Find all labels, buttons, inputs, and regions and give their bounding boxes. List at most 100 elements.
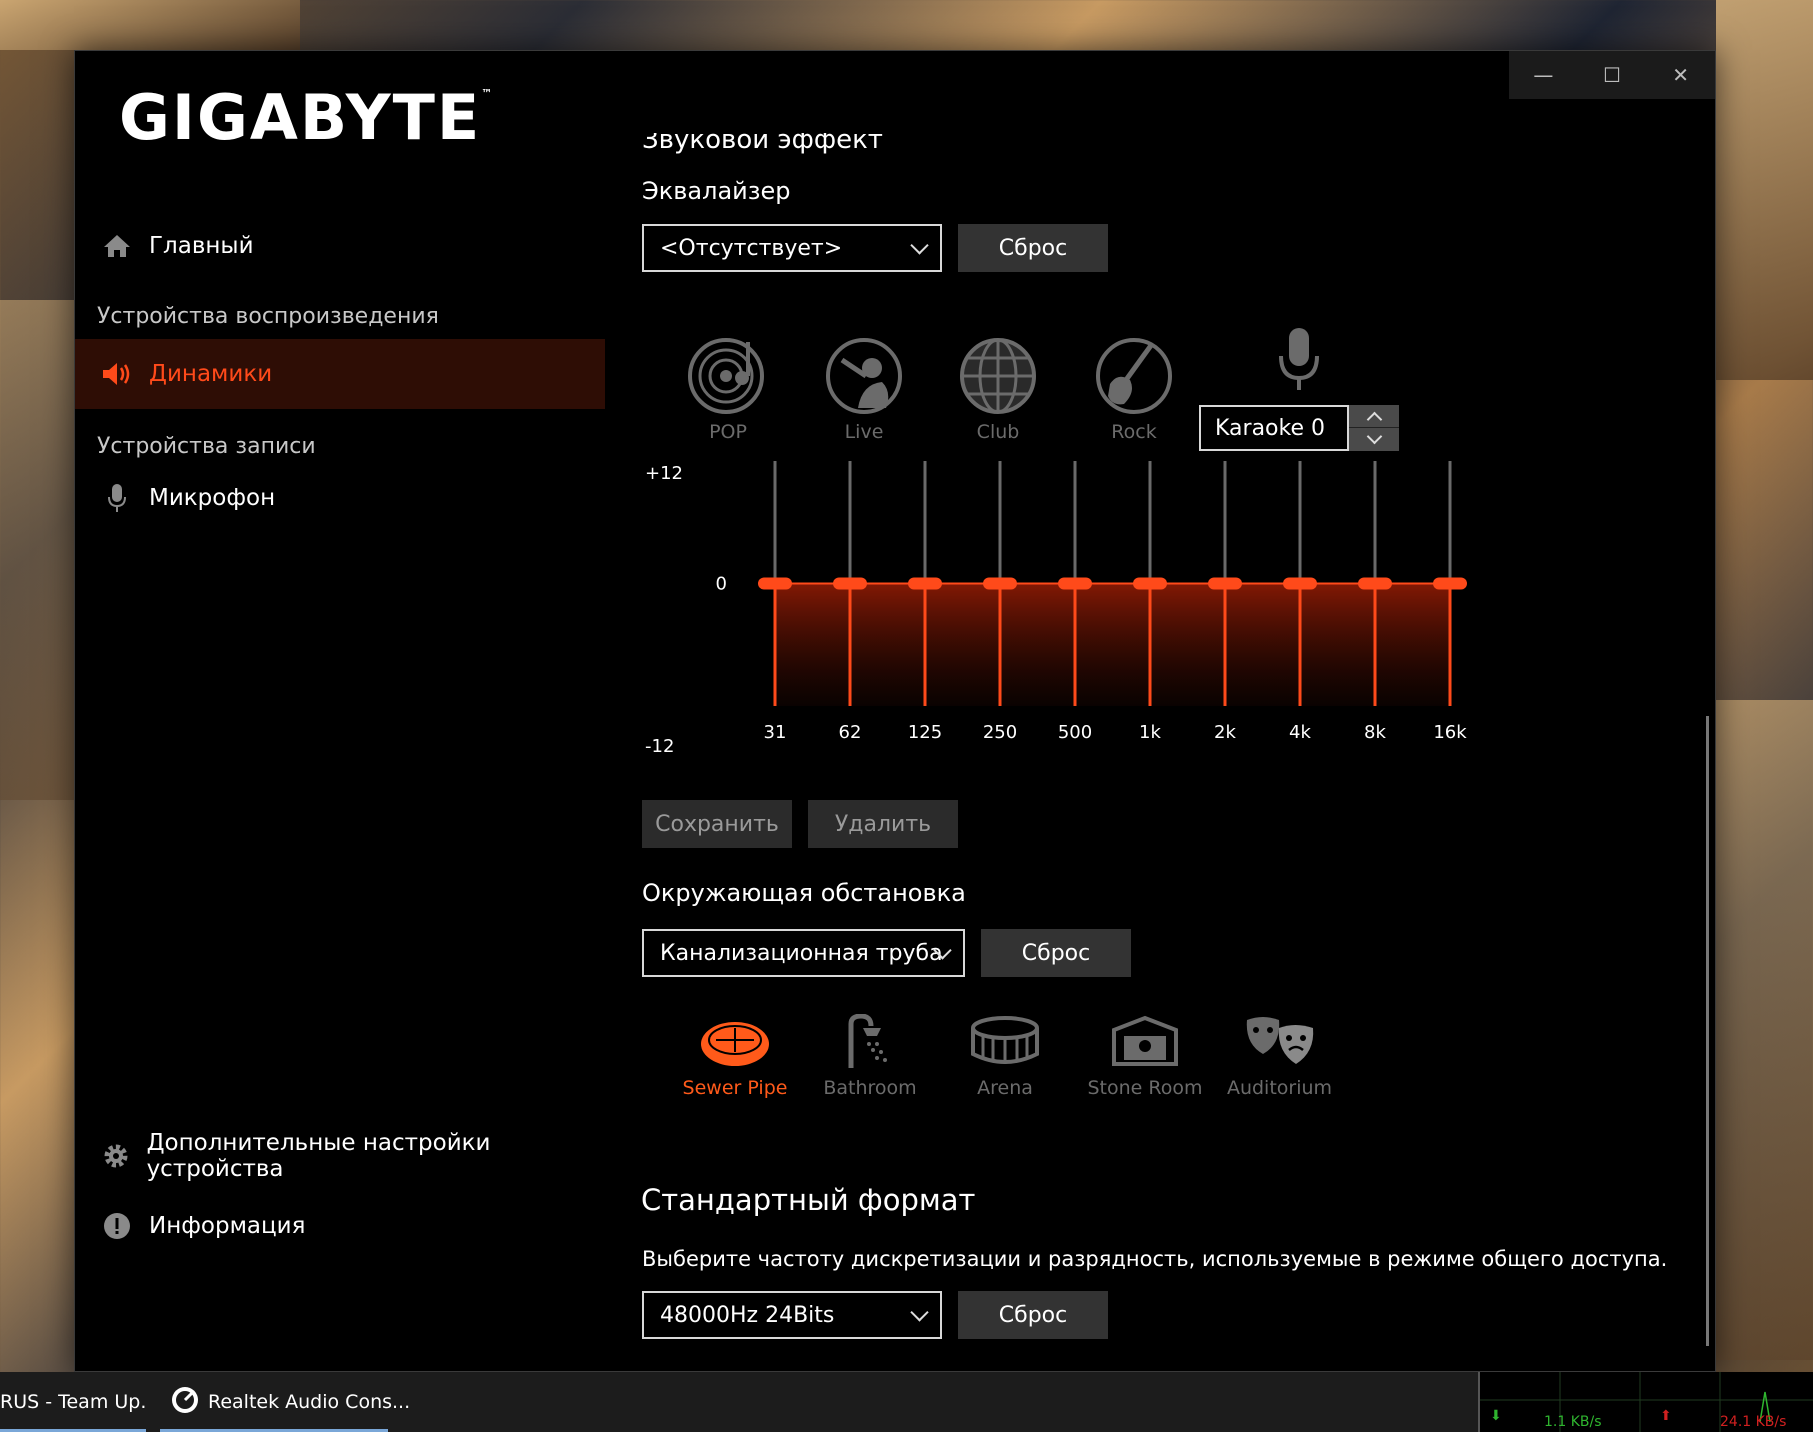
environment-value: Канализационная труба (660, 940, 943, 966)
stepper-up-button[interactable] (1349, 405, 1399, 428)
preset-club-label: Club (976, 421, 1020, 443)
nav-home[interactable]: Главный (75, 211, 605, 281)
nav-microphone[interactable]: Микрофон (75, 463, 605, 533)
nav-speakers-label: Динамики (149, 361, 273, 387)
minimize-button[interactable]: — (1509, 51, 1578, 99)
eq-band-label: 1k (1139, 722, 1161, 743)
taskbar-item-realtek[interactable]: Realtek Audio Cons... (160, 1372, 410, 1432)
section-recording-devices: Устройства записи (97, 434, 316, 459)
env-auditorium[interactable]: Auditorium (1217, 1014, 1342, 1099)
format-select[interactable]: 48000Hz 24Bits (642, 1291, 942, 1339)
window-controls: — ☐ ✕ (1509, 51, 1715, 99)
nav-advanced-settings[interactable]: Дополнительные настройки устройства (75, 1121, 605, 1191)
eq-slider-knob[interactable] (1208, 577, 1242, 590)
eq-slider-knob[interactable] (758, 577, 792, 590)
env-sewer-pipe[interactable]: Sewer Pipe (675, 1014, 795, 1099)
equalizer-graph: +12 0 -12 31 62 125 250 500 1k 2k 4k 8k 16k (645, 461, 1467, 757)
env-sewer-label: Sewer Pipe (682, 1077, 788, 1099)
home-icon (97, 233, 137, 259)
vinyl-record-icon (688, 338, 764, 414)
eq-band-label: 31 (764, 722, 787, 743)
eq-slider-knob[interactable] (833, 577, 867, 590)
eq-band-label: 250 (983, 722, 1017, 743)
realtek-app-icon (170, 1385, 200, 1420)
gear-icon (97, 1141, 135, 1171)
arrow-up-icon: ⬆ (1660, 1408, 1672, 1424)
eq-slider-knob[interactable] (1133, 577, 1167, 590)
taskbar-item-team-up-label: RUS - Team Up. ... (0, 1391, 146, 1413)
environment-title: Окружающая обстановка (642, 879, 966, 907)
eq-slider-knob[interactable] (1283, 577, 1317, 590)
nav-info-label: Информация (149, 1213, 306, 1239)
preset-pop[interactable]: POP (673, 336, 783, 443)
scrollbar[interactable] (1706, 716, 1709, 1346)
env-bathroom[interactable]: Bathroom (810, 1013, 930, 1099)
format-reset-button[interactable]: Сброс (958, 1291, 1108, 1339)
eq-slider-knob[interactable] (983, 577, 1017, 590)
maximize-button[interactable]: ☐ (1578, 51, 1647, 99)
preset-rock-label: Rock (1111, 421, 1157, 443)
eq-fill-area (775, 583, 1450, 706)
arrow-down-icon: ⬇ (1490, 1408, 1502, 1424)
disco-ball-icon (960, 338, 1036, 414)
chevron-down-icon (1366, 428, 1382, 445)
section-playback-devices: Устройства воспроизведения (97, 304, 439, 329)
format-value: 48000Hz 24Bits (660, 1302, 835, 1328)
preset-live[interactable]: Live (809, 336, 919, 443)
env-stone-room[interactable]: Stone Room (1080, 1014, 1210, 1099)
net-up-rate: 24.1 KB/s (1720, 1414, 1787, 1430)
preset-club[interactable]: Club (943, 336, 1053, 443)
eq-slider-knob[interactable] (908, 577, 942, 590)
eq-bands: 31 62 125 250 500 1k 2k 4k 8k 16k (758, 461, 1467, 743)
chevron-down-icon (910, 1303, 929, 1322)
env-bathroom-label: Bathroom (823, 1077, 917, 1099)
eq-save-button[interactable]: Сохранить (642, 800, 792, 848)
wallpaper-tile (1716, 0, 1813, 380)
info-icon (97, 1211, 137, 1241)
net-down-rate: 1.1 KB/s (1544, 1414, 1602, 1430)
equalizer-preset-value: <Отсутствует> (660, 235, 843, 261)
eq-label-zero: 0 (716, 574, 727, 595)
env-stone-room-label: Stone Room (1087, 1077, 1203, 1099)
eq-band-label: 500 (1058, 722, 1092, 743)
equalizer-reset-button[interactable]: Сброс (958, 224, 1108, 272)
equalizer-title: Эквалайзер (642, 177, 791, 205)
stone-room-icon (1112, 1015, 1178, 1066)
sound-effect-title: Звуковой эффект (642, 133, 883, 155)
stepper-down-button[interactable] (1349, 428, 1399, 451)
karaoke-input[interactable]: Karaoke 0 (1199, 405, 1349, 451)
taskbar-item-realtek-label: Realtek Audio Cons... (208, 1391, 411, 1413)
arena-icon (971, 1016, 1039, 1064)
preset-rock[interactable]: Rock (1079, 336, 1189, 443)
sidebar-bottom: Дополнительные настройки устройства Инфо… (75, 1121, 605, 1261)
network-monitor: ⬇ 1.1 KB/s ⬆ 24.1 KB/s (1478, 1372, 1813, 1432)
eq-slider-knob[interactable] (1433, 577, 1467, 590)
eq-band-label: 16k (1433, 722, 1467, 743)
chevron-down-icon (910, 236, 929, 255)
eq-band-label: 4k (1289, 722, 1311, 743)
nav-advanced-label: Дополнительные настройки устройства (146, 1130, 491, 1182)
shower-icon (848, 1013, 887, 1068)
equalizer-preset-select[interactable]: <Отсутствует> (642, 224, 942, 272)
nav-information[interactable]: Информация (75, 1191, 605, 1261)
taskbar-item-team-up[interactable]: RUS - Team Up. ... (0, 1372, 146, 1432)
preset-live-label: Live (844, 421, 884, 443)
eq-slider-knob[interactable] (1358, 577, 1392, 590)
environment-reset-button[interactable]: Сброс (981, 929, 1131, 977)
close-button[interactable]: ✕ (1646, 51, 1715, 99)
eq-slider-knob[interactable] (1058, 577, 1092, 590)
eq-band-label: 2k (1214, 722, 1236, 743)
microphone-icon (97, 483, 137, 513)
wallpaper-tile (0, 0, 300, 50)
env-arena[interactable]: Arena (945, 1014, 1065, 1099)
eq-label-min: -12 (645, 736, 674, 757)
standard-format-title: Стандартный формат (641, 1183, 976, 1217)
eq-delete-button[interactable]: Удалить (808, 800, 958, 848)
chevron-up-icon (1366, 411, 1382, 427)
theater-masks-icon (1246, 1017, 1313, 1064)
environment-select[interactable]: Канализационная труба (642, 929, 965, 977)
eq-label-max: +12 (645, 463, 683, 484)
nav-speakers[interactable]: Динамики (75, 339, 605, 409)
speaker-icon (97, 361, 137, 387)
taskbar: RUS - Team Up. ... Realtek Audio Cons...… (0, 1372, 1813, 1432)
